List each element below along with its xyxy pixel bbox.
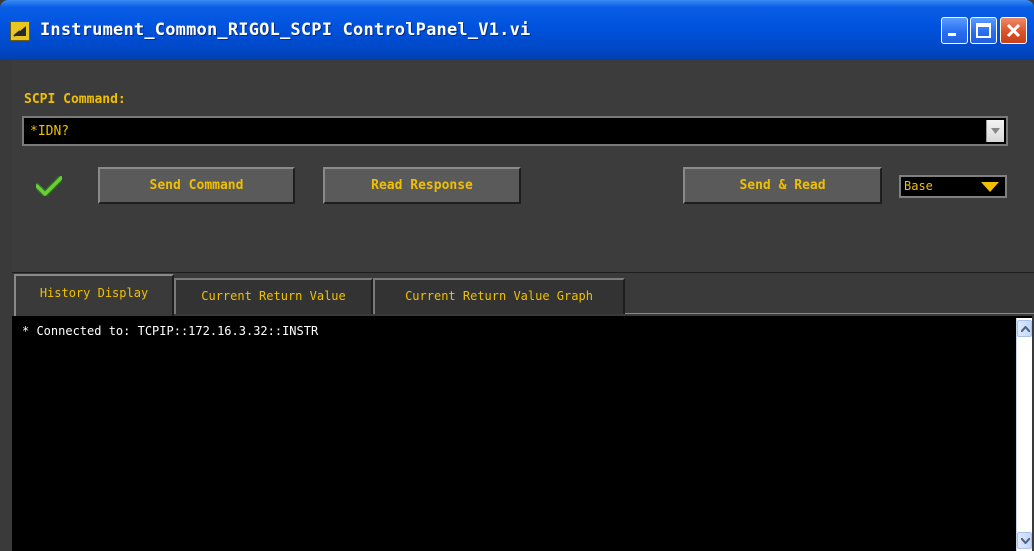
maximize-button[interactable] bbox=[970, 17, 997, 44]
format-ring-value: Base bbox=[904, 179, 933, 193]
scroll-up-button[interactable] bbox=[1017, 320, 1032, 337]
history-line: * Connected to: TCPIP::172.16.3.32::INST… bbox=[22, 324, 319, 338]
chevron-down-icon bbox=[991, 128, 1000, 134]
send-and-read-button[interactable]: Send & Read bbox=[683, 167, 882, 204]
tab-current-return-value-graph[interactable]: Current Return Value Graph bbox=[373, 278, 625, 314]
control-panel bbox=[0, 60, 1034, 272]
tab-current-return-value[interactable]: Current Return Value bbox=[174, 278, 373, 314]
history-display[interactable]: * Connected to: TCPIP::172.16.3.32::INST… bbox=[12, 316, 1032, 551]
chevron-up-icon bbox=[1021, 326, 1030, 332]
scpi-command-value: *IDN? bbox=[30, 124, 70, 139]
scpi-command-label: SCPI Command: bbox=[24, 92, 126, 107]
chevron-down-icon bbox=[981, 182, 999, 192]
read-response-button[interactable]: Read Response bbox=[323, 167, 521, 204]
close-button[interactable] bbox=[1000, 17, 1027, 44]
vertical-scrollbar[interactable] bbox=[1016, 318, 1032, 551]
command-dropdown-button[interactable] bbox=[986, 120, 1004, 142]
send-command-button[interactable]: Send Command bbox=[98, 167, 295, 204]
check-icon bbox=[36, 176, 62, 196]
chevron-down-icon bbox=[1021, 538, 1030, 544]
scroll-down-button[interactable] bbox=[1017, 532, 1032, 549]
window-frame-left bbox=[0, 60, 12, 551]
minimize-button[interactable] bbox=[941, 17, 968, 44]
close-icon bbox=[1006, 23, 1021, 38]
maximize-icon bbox=[976, 23, 991, 38]
minimize-icon bbox=[948, 33, 956, 36]
scpi-command-input[interactable]: *IDN? bbox=[22, 116, 1008, 146]
tab-history-display[interactable]: History Display bbox=[14, 274, 174, 316]
labview-vi-icon bbox=[10, 21, 30, 41]
window-title: Instrument_Common_RIGOL_SCPI ControlPane… bbox=[40, 20, 531, 40]
title-bar[interactable]: Instrument_Common_RIGOL_SCPI ControlPane… bbox=[0, 0, 1034, 60]
format-ring[interactable]: Base bbox=[899, 175, 1007, 198]
